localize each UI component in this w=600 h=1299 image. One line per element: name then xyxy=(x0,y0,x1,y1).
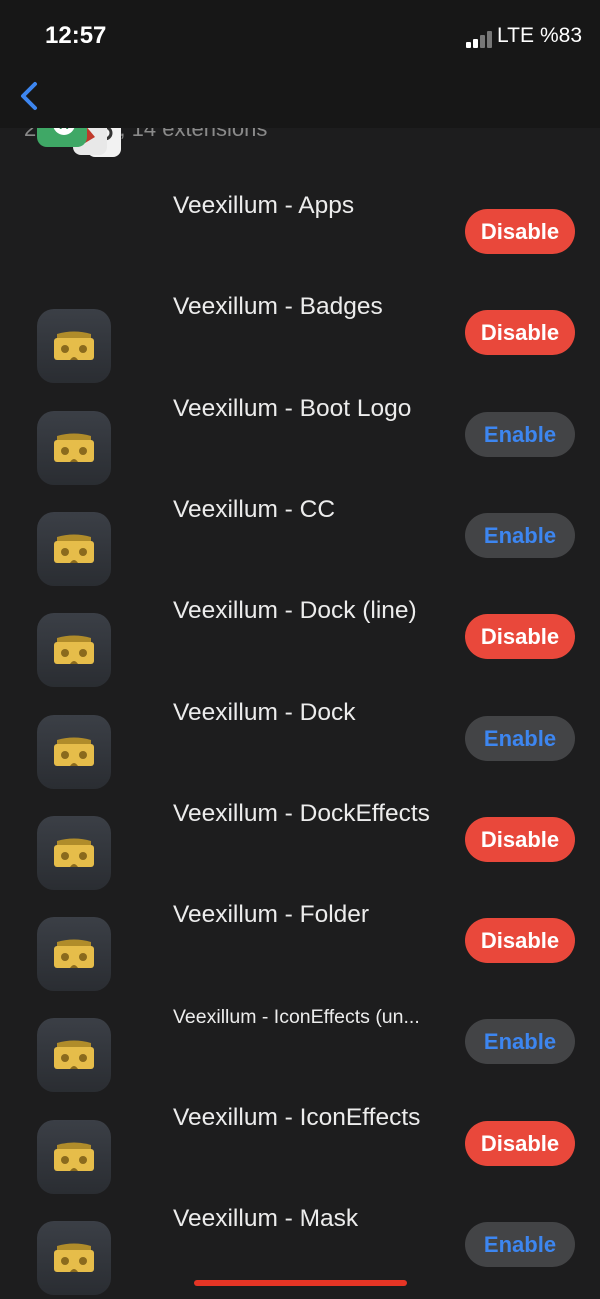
battery-percent: %83 xyxy=(539,24,582,47)
vr-headset-icon xyxy=(37,715,111,789)
extension-title: Veexillum - Mask xyxy=(173,1205,359,1232)
vr-headset-icon xyxy=(37,816,111,890)
extension-row[interactable]: Veexillum - Dock (line) Disable xyxy=(0,589,600,690)
extension-title: Veexillum - Apps xyxy=(173,192,355,219)
status-bar: 12:57 LTE %83 xyxy=(0,0,600,70)
signal-icon xyxy=(466,30,492,48)
extension-row[interactable]: Veexillum - Badges Disable xyxy=(0,285,600,386)
disable-button[interactable]: Disable xyxy=(465,310,575,355)
disable-button[interactable]: Disable xyxy=(465,1121,575,1166)
screen: 12:57 LTE %83 285 Icons, 14 extensions A… xyxy=(0,0,600,1299)
disable-button[interactable]: Disable xyxy=(465,817,575,862)
extension-row[interactable]: Veexillum - IconEffects (un... Enable xyxy=(0,994,600,1095)
vr-headset-icon xyxy=(37,917,111,991)
extension-title: Veexillum - DockEffects xyxy=(173,800,430,827)
extension-row[interactable]: Veexillum - CC Enable xyxy=(0,488,600,589)
extension-title: Veexillum - IconEffects (un... xyxy=(173,1006,420,1028)
enable-button[interactable]: Enable xyxy=(465,412,575,457)
extension-title: Veexillum - Folder xyxy=(173,901,370,928)
extension-title: Veexillum - CC xyxy=(173,496,336,523)
enable-button[interactable]: Enable xyxy=(465,513,575,558)
vr-headset-icon xyxy=(37,1221,111,1295)
network-type: LTE xyxy=(497,24,534,47)
vr-headset-icon xyxy=(37,1018,111,1092)
extension-title: Veexillum - IconEffects xyxy=(173,1104,421,1131)
disable-button[interactable]: Disable xyxy=(465,614,575,659)
extension-row[interactable]: Veexillum - Apps Disable xyxy=(0,184,600,285)
enable-button[interactable]: Enable xyxy=(465,716,575,761)
extension-title: Veexillum - Dock xyxy=(173,699,356,726)
status-indicators: LTE %83 xyxy=(466,24,582,48)
extension-row[interactable]: Veexillum - DockEffects Disable xyxy=(0,792,600,893)
status-time: 12:57 xyxy=(45,22,107,49)
extension-row[interactable]: Veexillum - Boot Logo Enable xyxy=(0,387,600,488)
extension-row[interactable]: Veexillum - IconEffects Disable xyxy=(0,1096,600,1197)
extension-title: Veexillum - Badges xyxy=(173,293,383,320)
disable-button[interactable]: Disable xyxy=(465,209,575,254)
disable-button[interactable]: Disable xyxy=(465,918,575,963)
vr-headset-icon xyxy=(37,613,111,687)
vr-headset-icon xyxy=(37,309,111,383)
extension-title: Veexillum - Boot Logo xyxy=(173,395,412,422)
navigation-bar xyxy=(0,70,600,128)
vr-headset-icon xyxy=(37,411,111,485)
vr-headset-icon xyxy=(37,512,111,586)
chevron-left-icon[interactable] xyxy=(14,76,48,116)
enable-button[interactable]: Enable xyxy=(465,1222,575,1267)
enable-button[interactable]: Enable xyxy=(465,1019,575,1064)
extension-row[interactable]: Veexillum - Dock Enable xyxy=(0,691,600,792)
extension-title: Veexillum - Dock (line) xyxy=(173,597,417,624)
home-indicator[interactable] xyxy=(194,1280,407,1286)
vr-headset-icon xyxy=(37,1120,111,1194)
extension-row[interactable]: Veexillum - Folder Disable xyxy=(0,893,600,994)
